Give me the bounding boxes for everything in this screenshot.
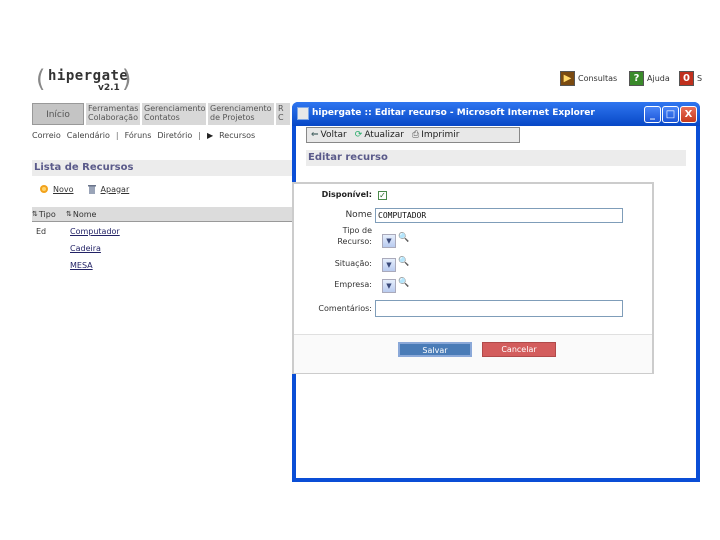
refresh-label: Atualizar bbox=[364, 130, 404, 140]
subnav-separator: | bbox=[198, 130, 201, 140]
popup-toolbar: ⇐ Voltar ⟳ Atualizar ⎙ Imprimir bbox=[306, 127, 520, 143]
available-label: Disponível: bbox=[321, 190, 372, 199]
tab-contatos[interactable]: Gerenciamento Contatos bbox=[142, 103, 206, 125]
tab-partial[interactable]: R C bbox=[276, 103, 290, 125]
delete-button[interactable]: Apagar bbox=[86, 183, 130, 195]
binoculars-icon[interactable]: 🔍 bbox=[398, 257, 409, 267]
delete-label: Apagar bbox=[100, 184, 130, 194]
subnav-recursos[interactable]: Recursos bbox=[219, 131, 255, 140]
sort-icon: ⇅ bbox=[66, 210, 72, 218]
consultas-label: Consultas bbox=[578, 73, 618, 83]
subnav-active-marker: ▶ bbox=[206, 130, 214, 140]
close-button[interactable]: X bbox=[680, 106, 697, 123]
row-name-link[interactable]: MESA bbox=[70, 261, 93, 270]
subnav: Correio Calendário | Fóruns Diretório | … bbox=[32, 128, 294, 142]
table-row: Ed Computador bbox=[32, 223, 294, 239]
new-label: Novo bbox=[53, 184, 74, 194]
logo-brand: hipergate bbox=[48, 68, 129, 84]
header-type-label: Tipo bbox=[38, 209, 56, 219]
refresh-icon: ⟳ bbox=[354, 130, 363, 140]
question-list-icon: ▶ bbox=[560, 70, 575, 86]
comments-field[interactable] bbox=[375, 300, 623, 317]
subnav-diretorio[interactable]: Diretório bbox=[157, 131, 192, 140]
subnav-correio[interactable]: Correio bbox=[32, 131, 61, 140]
tab-inicio[interactable]: Início bbox=[32, 103, 84, 125]
printer-icon: ⎙ bbox=[412, 130, 420, 140]
table-row: Cadeira bbox=[32, 240, 294, 256]
status-label: Situação: bbox=[334, 259, 372, 268]
refresh-button[interactable]: ⟳ Atualizar bbox=[355, 130, 404, 140]
logo-right-paren: ) bbox=[122, 65, 132, 93]
ie-client-area: ⇐ Voltar ⟳ Atualizar ⎙ Imprimir Editar r… bbox=[292, 126, 696, 478]
company-select[interactable]: ▼ bbox=[382, 279, 396, 293]
table-row: MESA bbox=[32, 257, 294, 273]
help-link[interactable]: ? Ajuda bbox=[629, 69, 670, 87]
available-checkbox[interactable]: ✓ bbox=[378, 191, 387, 200]
ie-popup-window: hipergate :: Editar recurso - Microsoft … bbox=[292, 102, 700, 482]
name-field[interactable] bbox=[375, 208, 623, 223]
back-button[interactable]: ⇐ Voltar bbox=[311, 130, 347, 140]
row-name-link[interactable]: Cadeira bbox=[70, 244, 101, 253]
comments-label: Comentários: bbox=[318, 304, 372, 313]
cancel-button[interactable]: Cancelar bbox=[482, 342, 556, 357]
exit-icon: 0 bbox=[679, 70, 694, 86]
company-label: Empresa: bbox=[334, 280, 372, 289]
binoculars-icon[interactable]: 🔍 bbox=[398, 233, 409, 243]
exit-label: S bbox=[697, 73, 703, 83]
status-select[interactable]: ▼ bbox=[382, 258, 396, 272]
subnav-calendario[interactable]: Calendário bbox=[67, 131, 110, 140]
logo-left-paren: ( bbox=[36, 65, 46, 93]
list-header: ⇅ Tipo ⇅ Nome bbox=[32, 207, 294, 222]
list-actions: Novo Apagar bbox=[38, 183, 129, 195]
sort-icon: ⇅ bbox=[32, 210, 38, 218]
subnav-foruns[interactable]: Fóruns bbox=[125, 131, 152, 140]
type-label-line2: Recurso: bbox=[337, 237, 372, 246]
type-select[interactable]: ▼ bbox=[382, 234, 396, 248]
edit-resource-title: Editar recurso bbox=[306, 150, 686, 166]
minimize-button[interactable]: _ bbox=[644, 106, 661, 123]
main-tabs: Início Ferramentas Colaboração Gerenciam… bbox=[32, 103, 294, 125]
trash-icon bbox=[86, 183, 98, 195]
back-arrow-icon: ⇐ bbox=[311, 130, 319, 140]
subnav-separator: | bbox=[115, 130, 119, 140]
header-type[interactable]: ⇅ Tipo bbox=[32, 210, 66, 219]
new-icon bbox=[38, 183, 50, 195]
row-name-link[interactable]: Computador bbox=[70, 227, 120, 236]
name-label: Nome bbox=[345, 210, 372, 220]
edit-form: Disponível: ✓ Nome Tipo de Recurso: ▼ 🔍 … bbox=[292, 182, 654, 374]
tab-projetos[interactable]: Gerenciamento de Projetos bbox=[208, 103, 274, 125]
page-icon bbox=[297, 107, 309, 120]
ie-title-bar[interactable]: hipergate :: Editar recurso - Microsoft … bbox=[292, 102, 700, 126]
hipergate-logo: ( hipergate v2.1 ) bbox=[36, 66, 132, 96]
logo-version: v2.1 bbox=[98, 83, 120, 93]
back-label: Voltar bbox=[320, 130, 347, 140]
print-button[interactable]: ⎙ Imprimir bbox=[412, 130, 460, 140]
list-title: Lista de Recursos bbox=[32, 160, 294, 176]
help-icon: ? bbox=[629, 70, 644, 86]
form-fields: Disponível: ✓ Nome Tipo de Recurso: ▼ 🔍 … bbox=[294, 184, 652, 334]
print-label: Imprimir bbox=[421, 130, 460, 140]
save-button[interactable]: Salvar bbox=[398, 342, 472, 357]
binoculars-icon[interactable]: 🔍 bbox=[398, 278, 409, 288]
form-buttons: Salvar Cancelar bbox=[294, 334, 652, 373]
exit-link[interactable]: 0 S bbox=[679, 69, 702, 87]
row-type: Ed bbox=[36, 226, 47, 236]
tab-ferramentas[interactable]: Ferramentas Colaboração bbox=[86, 103, 140, 125]
header-name[interactable]: ⇅ Nome bbox=[66, 210, 96, 219]
maximize-button[interactable]: □ bbox=[662, 106, 679, 123]
consultas-link[interactable]: ▶ Consultas bbox=[560, 69, 617, 87]
header-name-label: Nome bbox=[72, 209, 97, 219]
new-button[interactable]: Novo bbox=[38, 183, 74, 195]
type-label-line1: Tipo de bbox=[342, 226, 372, 235]
help-label: Ajuda bbox=[647, 73, 670, 83]
ie-window-title: hipergate :: Editar recurso - Microsoft … bbox=[312, 108, 595, 118]
